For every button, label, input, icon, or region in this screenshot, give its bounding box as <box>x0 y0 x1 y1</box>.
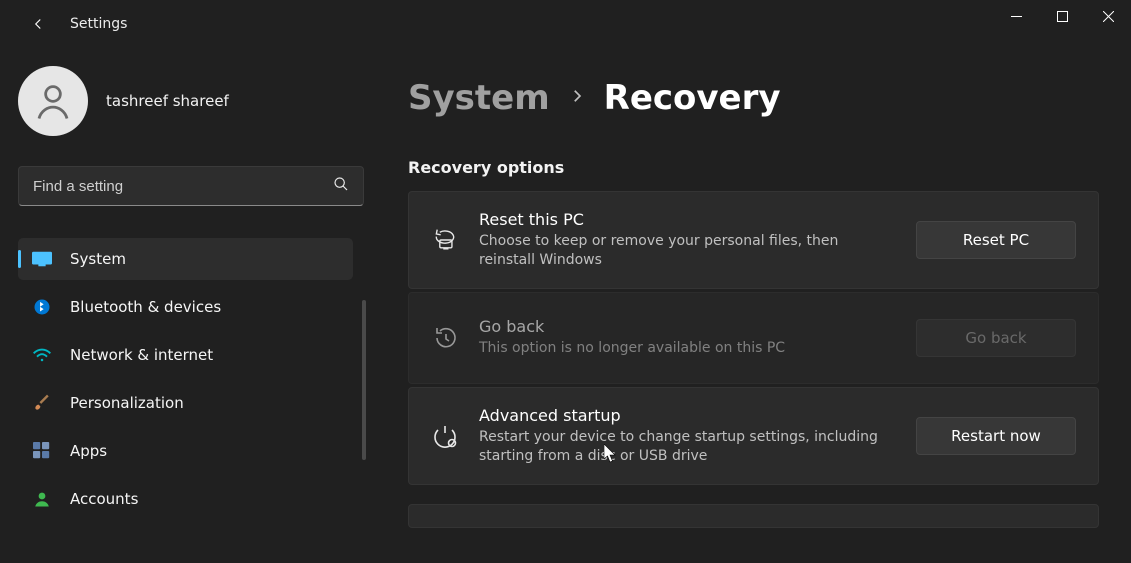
bluetooth-icon <box>32 297 52 317</box>
section-heading: Recovery options <box>408 158 1099 177</box>
advanced-startup-icon <box>431 422 459 450</box>
card-title: Reset this PC <box>479 210 896 229</box>
brush-icon <box>32 393 52 413</box>
breadcrumb-root[interactable]: System <box>408 78 550 118</box>
reset-pc-icon <box>431 226 459 254</box>
window-title: Settings <box>70 16 127 32</box>
card-reset-pc: Reset this PC Choose to keep or remove y… <box>408 191 1099 289</box>
apps-icon <box>32 441 52 461</box>
breadcrumb-page: Recovery <box>604 78 781 118</box>
sidebar-scrollbar[interactable] <box>362 300 366 460</box>
display-icon <box>32 249 52 269</box>
card-go-back: Go back This option is no longer availab… <box>408 292 1099 384</box>
sidebar-item-label: Bluetooth & devices <box>70 298 221 316</box>
nav-list: System Bluetooth & devices Network & int… <box>18 238 364 520</box>
restart-now-button[interactable]: Restart now <box>916 417 1076 455</box>
sidebar-item-apps[interactable]: Apps <box>18 430 353 472</box>
card-advanced-startup: Advanced startup Restart your device to … <box>408 387 1099 485</box>
maximize-button[interactable] <box>1039 0 1085 32</box>
card-partial <box>408 504 1099 528</box>
recovery-options-list: Reset this PC Choose to keep or remove y… <box>408 191 1099 528</box>
window-controls <box>993 0 1131 32</box>
sidebar-item-label: System <box>70 250 126 268</box>
profile[interactable]: tashreef shareef <box>18 66 364 136</box>
wifi-icon <box>32 345 52 365</box>
card-description: Choose to keep or remove your personal f… <box>479 232 896 270</box>
history-icon <box>431 324 459 352</box>
sidebar-item-personalization[interactable]: Personalization <box>18 382 353 424</box>
reset-pc-button[interactable]: Reset PC <box>916 221 1076 259</box>
search-input[interactable] <box>33 178 333 195</box>
arrow-left-icon <box>29 15 47 33</box>
breadcrumb: System Recovery <box>408 78 1099 118</box>
person-icon <box>32 80 74 122</box>
minimize-icon <box>1011 11 1022 22</box>
titlebar: Settings <box>0 0 1131 48</box>
close-button[interactable] <box>1085 0 1131 32</box>
sidebar: tashreef shareef System Bluetooth & devi… <box>0 48 380 563</box>
card-description: Restart your device to change startup se… <box>479 428 896 466</box>
avatar <box>18 66 88 136</box>
search-icon <box>333 176 349 196</box>
username: tashreef shareef <box>106 92 229 110</box>
sidebar-item-network[interactable]: Network & internet <box>18 334 353 376</box>
sidebar-item-label: Accounts <box>70 490 138 508</box>
card-title: Advanced startup <box>479 406 896 425</box>
close-icon <box>1103 11 1114 22</box>
sidebar-item-system[interactable]: System <box>18 238 353 280</box>
sidebar-item-label: Personalization <box>70 394 184 412</box>
minimize-button[interactable] <box>993 0 1039 32</box>
back-button[interactable] <box>20 6 56 42</box>
content-area: System Recovery Recovery options Reset t… <box>380 48 1131 563</box>
sidebar-item-accounts[interactable]: Accounts <box>18 478 353 520</box>
maximize-icon <box>1057 11 1068 22</box>
go-back-button: Go back <box>916 319 1076 357</box>
person-icon <box>32 489 52 509</box>
sidebar-item-label: Network & internet <box>70 346 213 364</box>
search-box[interactable] <box>18 166 364 206</box>
card-description: This option is no longer available on th… <box>479 339 896 358</box>
sidebar-item-bluetooth[interactable]: Bluetooth & devices <box>18 286 353 328</box>
card-title: Go back <box>479 317 896 336</box>
chevron-right-icon <box>568 85 586 111</box>
sidebar-item-label: Apps <box>70 442 107 460</box>
